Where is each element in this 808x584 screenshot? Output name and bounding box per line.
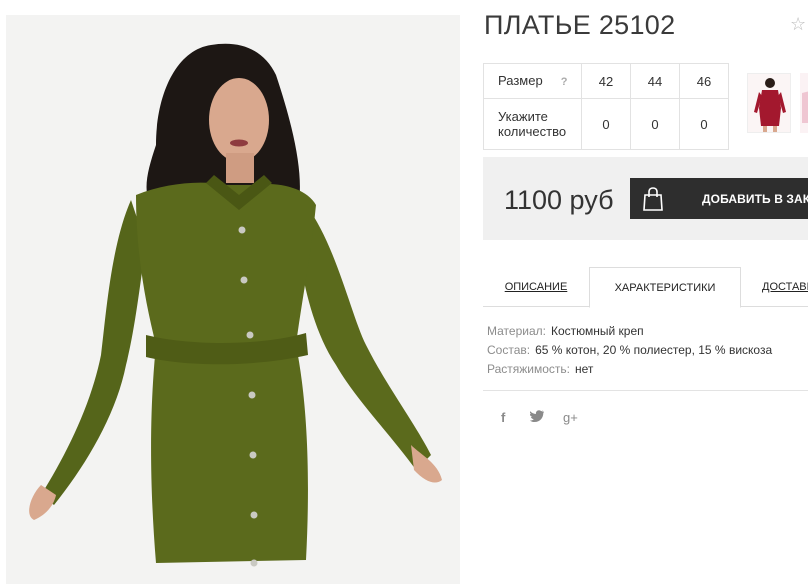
quantity-label-line2: количество xyxy=(498,124,567,139)
quantity-row: Укажите количество 0 0 0 xyxy=(483,98,729,150)
twitter-bird-icon xyxy=(529,410,544,422)
googleplus-icon[interactable]: g+ xyxy=(563,410,578,425)
add-to-cart-button[interactable]: ДОБАВИТЬ В ЗАКАЗ xyxy=(630,178,808,219)
size-quantity-table: Размер? 42 44 46 Укажите количество 0 0 … xyxy=(483,63,729,150)
product-tabs: ОПИСАНИЕ ХАРАКТЕРИСТИКИ ДОСТАВКА xyxy=(483,267,808,308)
size-option-46: 46 xyxy=(679,63,729,99)
tab-delivery[interactable]: ДОСТАВКА xyxy=(741,267,808,307)
product-main-image[interactable] xyxy=(6,15,460,584)
red-dress-thumbnail[interactable] xyxy=(747,73,791,133)
quantity-label-cell: Укажите количество xyxy=(483,98,582,150)
size-row: Размер? 42 44 46 xyxy=(483,63,729,99)
green-dress-illustration xyxy=(6,15,460,584)
spec-key: Растяжимость: xyxy=(487,362,571,376)
spec-value: 65 % котон, 20 % полиестер, 15 % вискоза xyxy=(535,343,773,357)
add-to-cart-label: ДОБАВИТЬ В ЗАКАЗ xyxy=(702,192,808,206)
spec-value: Костюмный креп xyxy=(550,324,644,338)
size-option-44: 44 xyxy=(630,63,680,99)
tab-characteristics[interactable]: ХАРАКТЕРИСТИКИ xyxy=(589,267,741,308)
spec-row-stretch: Растяжимость: нет xyxy=(487,360,772,379)
question-icon[interactable]: ? xyxy=(561,76,568,88)
spec-key: Материал: xyxy=(487,324,546,338)
tab-description[interactable]: ОПИСАНИЕ xyxy=(483,267,589,307)
quantity-input-42[interactable]: 0 xyxy=(581,98,631,150)
size-label: Размер xyxy=(498,72,543,88)
twitter-icon[interactable] xyxy=(529,410,544,425)
red-dress-illustration xyxy=(748,74,790,132)
specs-list: Материал: Костюмный креп Состав: 65 % кото… xyxy=(487,322,772,379)
facebook-icon[interactable]: f xyxy=(501,410,505,425)
product-price: 1100 руб xyxy=(504,185,614,215)
spec-key: Состав: xyxy=(487,343,531,357)
spec-row-composition: Состав: 65 % котон, 20 % полиестер, 15 % … xyxy=(487,341,772,360)
size-option-42: 42 xyxy=(581,63,631,99)
price-panel: 1100 руб ДОБАВИТЬ В ЗАКАЗ xyxy=(483,157,808,240)
divider xyxy=(483,390,808,391)
size-label-cell: Размер? xyxy=(483,63,582,99)
quantity-input-44[interactable]: 0 xyxy=(630,98,680,150)
quantity-input-46[interactable]: 0 xyxy=(679,98,729,150)
spec-value: нет xyxy=(575,362,594,376)
shopping-bag-icon xyxy=(643,187,663,211)
star-icon[interactable]: ☆ xyxy=(790,14,806,35)
quantity-label-line1: Укажите xyxy=(498,109,548,124)
spec-row-material: Материал: Костюмный креп xyxy=(487,322,772,341)
pink-dress-illustration xyxy=(800,73,808,133)
pink-dress-thumbnail[interactable] xyxy=(800,73,808,133)
product-title: ПЛАТЬЕ 25102 xyxy=(484,10,676,40)
